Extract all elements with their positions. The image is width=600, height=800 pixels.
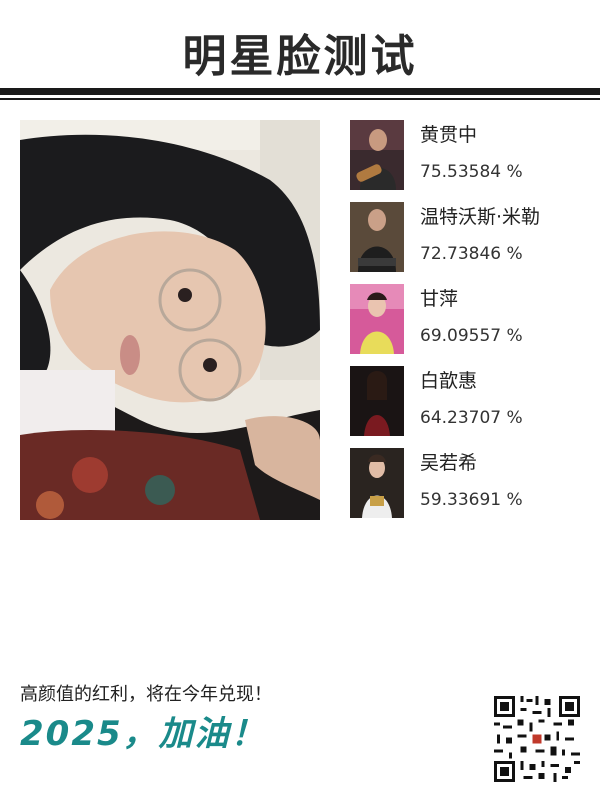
- match-item[interactable]: 黄贯中 75.53584 %: [350, 120, 590, 190]
- similarity-score: 75.53584 %: [420, 162, 523, 182]
- celebrity-thumbnail: [350, 366, 404, 436]
- footer-cheer: 2025，加油！: [20, 714, 267, 754]
- match-item[interactable]: 吴若希 59.33691 %: [350, 448, 590, 518]
- similarity-score: 69.09557 %: [420, 326, 523, 346]
- match-item[interactable]: 温特沃斯·米勒 72.73846 %: [350, 202, 590, 272]
- similarity-score: 72.73846 %: [420, 244, 523, 264]
- celebrity-name: 白歆惠: [420, 370, 478, 392]
- celebrity-thumbnail: [350, 448, 404, 518]
- page-title: 明星脸测试: [182, 31, 418, 82]
- similarity-score: 59.33691 %: [420, 490, 523, 510]
- celebrity-name: 吴若希: [420, 452, 478, 474]
- celebrity-name: 黄贯中: [420, 124, 478, 146]
- match-item[interactable]: 甘萍 69.09557 %: [350, 284, 590, 354]
- similarity-score: 64.23707 %: [420, 408, 523, 428]
- celebrity-name: 甘萍: [420, 288, 459, 310]
- user-photo: [20, 120, 320, 520]
- celebrity-thumbnail: [350, 202, 404, 272]
- celebrity-thumbnail: [350, 284, 404, 354]
- celebrity-thumbnail: [350, 120, 404, 190]
- header-divider-thin: [0, 98, 600, 100]
- footer-slogan: 高颜值的红利，将在今年兑现！: [20, 684, 272, 705]
- match-item[interactable]: 白歆惠 64.23707 %: [350, 366, 590, 436]
- celebrity-name: 温特沃斯·米勒: [420, 206, 541, 228]
- header-divider-thick: [0, 88, 600, 95]
- qr-code-icon[interactable]: [494, 696, 580, 782]
